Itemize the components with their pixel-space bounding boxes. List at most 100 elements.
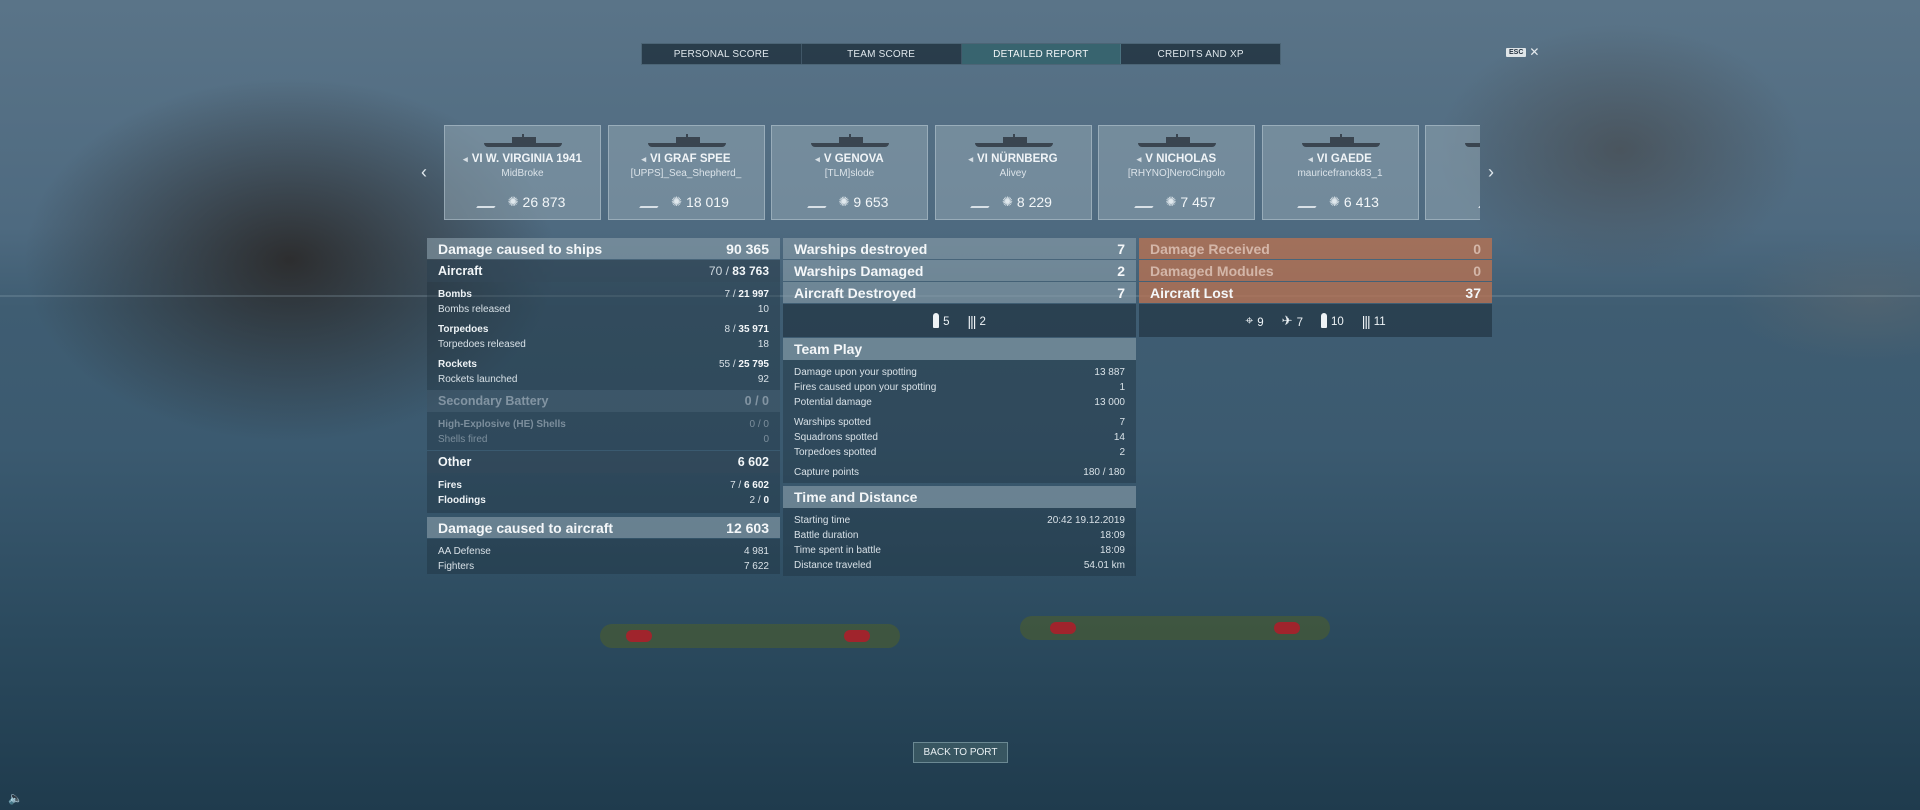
- player-name: [UPPS]_Sea_Shepherd_: [630, 168, 742, 179]
- next-arrow-icon[interactable]: ›: [1488, 162, 1494, 183]
- ship-score: 9 653: [853, 194, 889, 210]
- ship-score: 8 229: [1016, 194, 1052, 210]
- ship-class-icon: ◂: [815, 154, 820, 164]
- list-item: Damage upon your spotting 13 887: [794, 367, 1125, 378]
- team-play-header: Team Play: [783, 338, 1136, 360]
- damage-received-row: Damage Received 0: [1139, 238, 1492, 259]
- list-item: Squadrons spotted 14: [794, 432, 1125, 443]
- list-item: Capture points 180 / 180: [794, 467, 1125, 478]
- ship-score: 7 457: [1180, 194, 1216, 210]
- warships-damaged-row: Warships Damaged 2: [783, 260, 1136, 281]
- torpedoes-row: Torpedoes 8 / 35 971: [438, 324, 769, 335]
- he-shells-row: High-Explosive (HE) Shells 0 / 0: [438, 419, 769, 430]
- aircraft-destroyed-row: Aircraft Destroyed 7: [783, 282, 1136, 303]
- kills-column: Warships destroyed 7 Warships Damaged 2 Ai…: [783, 238, 1136, 576]
- tab-credits-and-xp[interactable]: CREDITS AND XP: [1121, 44, 1280, 64]
- list-item: Battle duration 18:09: [794, 530, 1125, 541]
- ship-class-icon: ◂: [1308, 154, 1313, 164]
- ship-card[interactable]: ◂ VI GRAF SPEE [UPPS]_Sea_Shepherd_ ✺ 18 019: [607, 125, 765, 220]
- ship-name: ◂ V NICHOLAS: [1136, 153, 1217, 165]
- rockets-launched-row: Rockets launched 92: [438, 374, 769, 385]
- carrier-icon: [1133, 196, 1160, 208]
- ship-card[interactable]: ◂ V NICHOLAS [RHYNO]NeroCingolo ✺ 7 457: [1098, 125, 1255, 220]
- ship-class-icon: ◂: [1136, 154, 1142, 164]
- time-distance-header: Time and Distance: [783, 486, 1136, 508]
- damaged-modules-row: Damaged Modules 0: [1139, 260, 1492, 281]
- ship-card[interactable]: ◂ VI GAEDE mauricefranck83_1 ✺ 6 413: [1261, 125, 1419, 220]
- aircraft-damage-header: Aircraft 70 / 83 763: [427, 260, 780, 282]
- crosshair-icon: ⌖: [1245, 312, 1254, 328]
- ship-card[interactable]: ◂V ✺: [1425, 125, 1480, 220]
- back-to-port-button[interactable]: BACK TO PORT: [913, 742, 1008, 763]
- player-name: [TLM]slode: [824, 168, 875, 179]
- ship-card[interactable]: ◂ VI NÜRNBERG Alivey ✺ 8 229: [934, 125, 1092, 220]
- carrier-icon: [970, 196, 996, 208]
- list-item: Time spent in battle 18:09: [794, 545, 1125, 556]
- damage-column: Damage caused to ships 90 365 Aircraft 70 …: [427, 238, 780, 574]
- damage-burst-icon: ✺: [1165, 194, 1177, 209]
- damage-burst-icon: ✺: [838, 194, 850, 209]
- tab-detailed-report[interactable]: DETAILED REPORT: [961, 44, 1122, 64]
- kill-icons-row: 5 ||| 2: [783, 304, 1136, 337]
- damage-burst-icon: ✺: [1002, 194, 1013, 209]
- fighters-row: Fighters 7 622: [438, 561, 769, 572]
- aircraft-lost-row: Aircraft Lost 37: [1139, 282, 1492, 303]
- close-button[interactable]: ESC ✕: [1506, 45, 1539, 59]
- damage-burst-icon: ✺: [671, 194, 683, 209]
- player-name: MidBroke: [501, 168, 544, 179]
- ship-silhouette-icon: [484, 134, 562, 147]
- ship-silhouette-icon: [974, 134, 1053, 147]
- ship-silhouette-icon: [1465, 136, 1480, 147]
- ship-silhouette-icon: [1138, 134, 1216, 147]
- floodings-row: Floodings 2 / 0: [438, 495, 769, 506]
- carrier-icon: [475, 196, 502, 208]
- list-item: Warships spotted 7: [794, 417, 1125, 428]
- list-item: Fires caused upon your spotting 1: [794, 382, 1125, 393]
- list-item: Potential damage 13 000: [794, 397, 1125, 408]
- player-name: [RHYNO]NeroCingolo: [1127, 168, 1226, 179]
- ship-card[interactable]: ◂ V GENOVA [TLM]slode ✺ 9 653: [771, 125, 928, 220]
- ship-name: ◂ VI GRAF SPEE: [641, 153, 731, 165]
- aa-defense-row: AA Defense 4 981: [438, 546, 769, 557]
- damage-burst-icon: ✺: [1329, 194, 1340, 209]
- warships-destroyed-row: Warships destroyed 7: [783, 238, 1136, 259]
- torpedo-icon: |||: [967, 312, 977, 329]
- shells-fired-row: Shells fired 0: [438, 434, 769, 445]
- loss-icons-row: ⌖ 9 ✈ 7 10 ||| 11: [1139, 304, 1492, 337]
- ship-name: ◂ VI GAEDE: [1308, 153, 1372, 165]
- close-icon: ✕: [1529, 45, 1540, 59]
- tab-personal-score[interactable]: PERSONAL SCORE: [642, 44, 802, 64]
- rockets-row: Rockets 55 / 25 795: [438, 359, 769, 370]
- prev-arrow-icon[interactable]: ‹: [421, 162, 427, 183]
- bombs-released-row: Bombs released 10: [438, 304, 769, 315]
- ship-score: 6 413: [1343, 194, 1379, 210]
- ship-silhouette-icon: [647, 134, 726, 147]
- ship-name: ◂ VI W. VIRGINIA 1941: [463, 153, 582, 165]
- carrier-icon: [806, 196, 833, 208]
- damage-to-aircraft-header: Damage caused to aircraft 12 603: [427, 517, 780, 538]
- shot-down-icon: ✈: [1281, 312, 1293, 328]
- damage-to-ships-header: Damage caused to ships 90 365: [427, 238, 780, 259]
- bombs-row: Bombs 7 / 21 997: [438, 289, 769, 300]
- team-play-list: Damage upon your spotting 13 887 Fires cau…: [783, 360, 1136, 483]
- carrier-icon: [1478, 196, 1480, 208]
- list-item: Starting time 20:42 19.12.2019: [794, 515, 1125, 526]
- ship-class-icon: ◂: [641, 154, 646, 164]
- torpedoes-released-row: Torpedoes released 18: [438, 339, 769, 350]
- report-tabs: PERSONAL SCORE TEAM SCORE DETAILED REPOR…: [641, 43, 1281, 65]
- ship-card[interactable]: ◂ VI W. VIRGINIA 1941 MidBroke ✺ 26 873: [444, 125, 601, 220]
- other-damage-header: Other 6 602: [427, 451, 780, 473]
- ship-score: 26 873: [522, 194, 566, 210]
- ship-silhouette-icon: [1301, 134, 1380, 147]
- bomb-icon: [933, 313, 940, 328]
- torpedo-icon: |||: [1361, 312, 1371, 329]
- list-item: Torpedoes spotted 2: [794, 447, 1125, 458]
- list-item: Distance traveled 54.01 km: [794, 560, 1125, 571]
- speaker-icon[interactable]: 🔈: [8, 791, 23, 805]
- ship-class-icon: ◂: [968, 154, 973, 164]
- ship-silhouette-icon: [811, 134, 889, 147]
- tab-team-score[interactable]: TEAM SCORE: [802, 44, 962, 64]
- bomb-icon: [1320, 313, 1327, 328]
- carrier-icon: [1297, 196, 1323, 208]
- carrier-icon: [639, 196, 665, 208]
